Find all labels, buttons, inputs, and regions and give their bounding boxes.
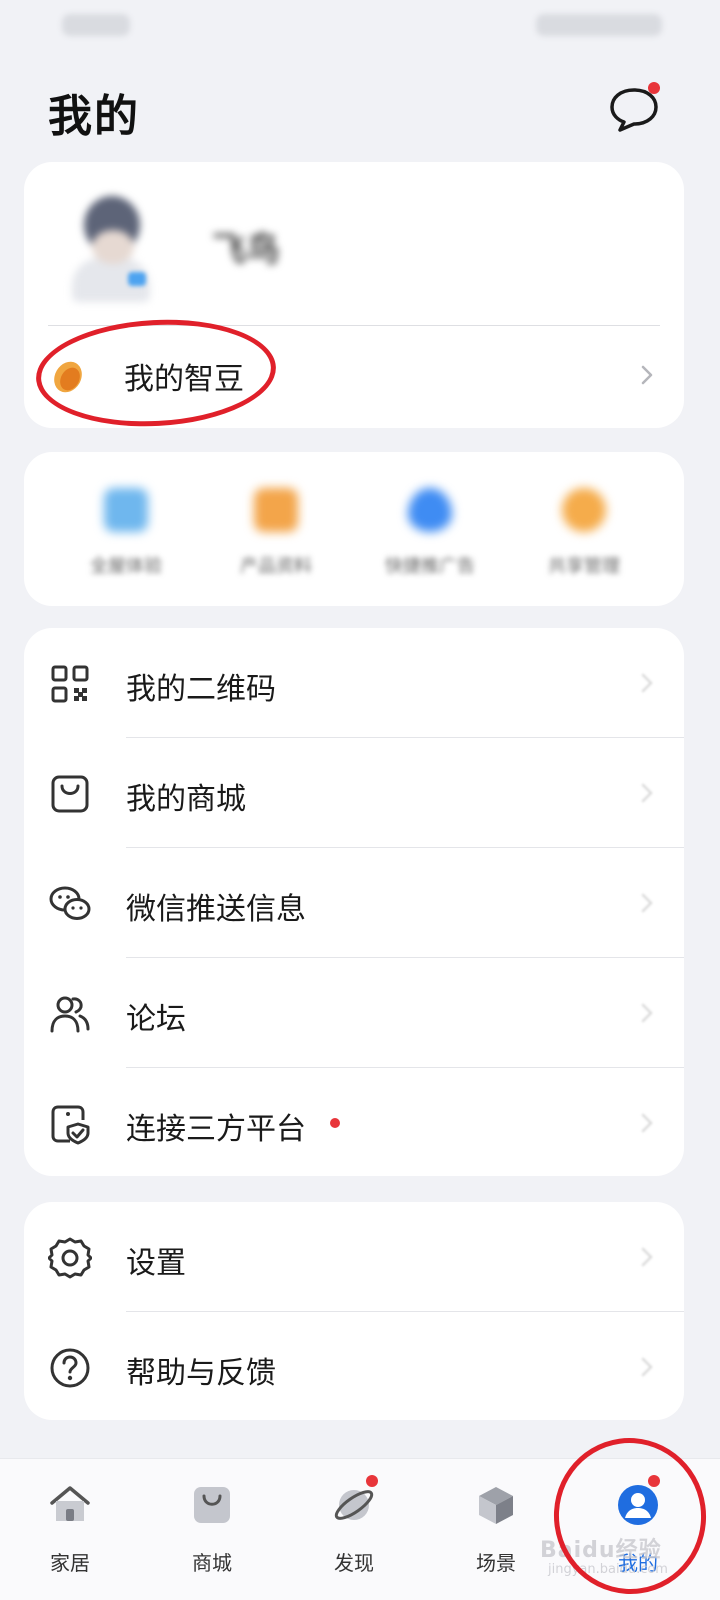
chevron-right-icon bbox=[641, 365, 653, 385]
page-title: 我的 bbox=[48, 91, 140, 142]
chevron-right-icon bbox=[641, 893, 653, 913]
menu-card: 我的二维码 我的商城 微信推送信息 论坛 连接三方平台 bbox=[24, 628, 684, 1176]
status-bar bbox=[0, 0, 720, 56]
menu-item-label: 论坛 bbox=[126, 1002, 186, 1037]
rocket-icon bbox=[408, 488, 452, 532]
menu-item-label: 我的商城 bbox=[126, 782, 246, 817]
shopping-bag-icon bbox=[51, 775, 89, 813]
share-icon bbox=[562, 488, 606, 532]
chevron-right-icon bbox=[641, 1003, 653, 1023]
chevron-right-icon bbox=[641, 673, 653, 693]
home-icon bbox=[50, 1486, 90, 1521]
menu-item-settings[interactable]: 设置 bbox=[24, 1202, 684, 1312]
qr-code-icon bbox=[51, 665, 89, 703]
menu-item-qr-code[interactable]: 我的二维码 bbox=[24, 628, 684, 738]
menu-item-label: 微信推送信息 bbox=[126, 892, 306, 927]
quick-action-1[interactable]: 产品资料 bbox=[216, 488, 336, 588]
device-shield-icon bbox=[51, 1105, 90, 1145]
watermark: Baidu经验 bbox=[540, 1538, 662, 1563]
quick-action-3[interactable]: 共享管理 bbox=[524, 488, 644, 588]
tab-label: 发现 bbox=[334, 1551, 374, 1575]
message-badge bbox=[648, 82, 660, 94]
tab-badge bbox=[366, 1475, 378, 1487]
quick-actions-card: 全屋体验 产品资料 快捷推广告 共享管理 bbox=[24, 452, 684, 606]
profile-icon bbox=[618, 1485, 658, 1525]
tab-label: 场景 bbox=[476, 1551, 516, 1575]
tab-discover[interactable]: 发现 bbox=[304, 1471, 404, 1591]
tab-scene[interactable]: 场景 bbox=[446, 1471, 546, 1591]
bottom-tab-bar: 家居 商城 发现 场景 我的 bbox=[0, 1458, 720, 1600]
quick-action-label: 共享管理 bbox=[548, 556, 620, 577]
avatar[interactable] bbox=[66, 192, 162, 302]
chevron-right-icon bbox=[641, 1113, 653, 1133]
chevron-right-icon bbox=[641, 1247, 653, 1267]
username[interactable]: 飞鸟 bbox=[212, 222, 280, 271]
menu-item-label: 帮助与反馈 bbox=[126, 1356, 276, 1391]
tab-home[interactable]: 家居 bbox=[20, 1471, 120, 1591]
home-experience-icon bbox=[104, 488, 148, 532]
tab-mall[interactable]: 商城 bbox=[162, 1471, 262, 1591]
settings-card: 设置 帮助与反馈 bbox=[24, 1202, 684, 1420]
bean-icon bbox=[54, 361, 82, 393]
wechat-icon bbox=[49, 886, 91, 920]
quick-action-2[interactable]: 快捷推广告 bbox=[370, 488, 490, 588]
profile-card: 飞鸟 我的智豆 bbox=[24, 162, 684, 428]
tab-label: 家居 bbox=[50, 1551, 90, 1575]
menu-item-third-party[interactable]: 连接三方平台 bbox=[24, 1068, 684, 1178]
quick-action-0[interactable]: 全屋体验 bbox=[66, 488, 186, 588]
my-zhidou-row[interactable]: 我的智豆 bbox=[24, 326, 684, 428]
bag-icon bbox=[194, 1487, 230, 1523]
status-icons bbox=[536, 14, 662, 36]
help-icon bbox=[50, 1348, 90, 1388]
watermark-url: jingyan.baidu.com bbox=[548, 1562, 668, 1577]
menu-item-my-mall[interactable]: 我的商城 bbox=[24, 738, 684, 848]
tab-badge bbox=[648, 1475, 660, 1487]
gear-icon bbox=[48, 1237, 92, 1279]
document-icon bbox=[254, 488, 298, 532]
quick-action-label: 产品资料 bbox=[240, 556, 312, 577]
menu-item-forum[interactable]: 论坛 bbox=[24, 958, 684, 1068]
menu-item-help-feedback[interactable]: 帮助与反馈 bbox=[24, 1312, 684, 1422]
cube-icon bbox=[479, 1487, 513, 1524]
users-icon bbox=[50, 996, 90, 1033]
planet-icon bbox=[334, 1490, 374, 1520]
my-zhidou-label: 我的智豆 bbox=[124, 362, 244, 397]
menu-item-label: 连接三方平台 bbox=[126, 1112, 306, 1147]
status-time bbox=[62, 14, 130, 36]
verified-badge bbox=[128, 272, 146, 286]
menu-item-wechat-push[interactable]: 微信推送信息 bbox=[24, 848, 684, 958]
quick-action-label: 全屋体验 bbox=[90, 556, 162, 577]
chevron-right-icon bbox=[641, 1357, 653, 1377]
quick-action-label: 快捷推广告 bbox=[385, 556, 475, 577]
menu-item-label: 设置 bbox=[126, 1246, 186, 1281]
new-badge-dot bbox=[330, 1118, 340, 1128]
menu-item-label: 我的二维码 bbox=[126, 672, 276, 707]
chevron-right-icon bbox=[641, 783, 653, 803]
tab-label: 商城 bbox=[192, 1551, 232, 1575]
